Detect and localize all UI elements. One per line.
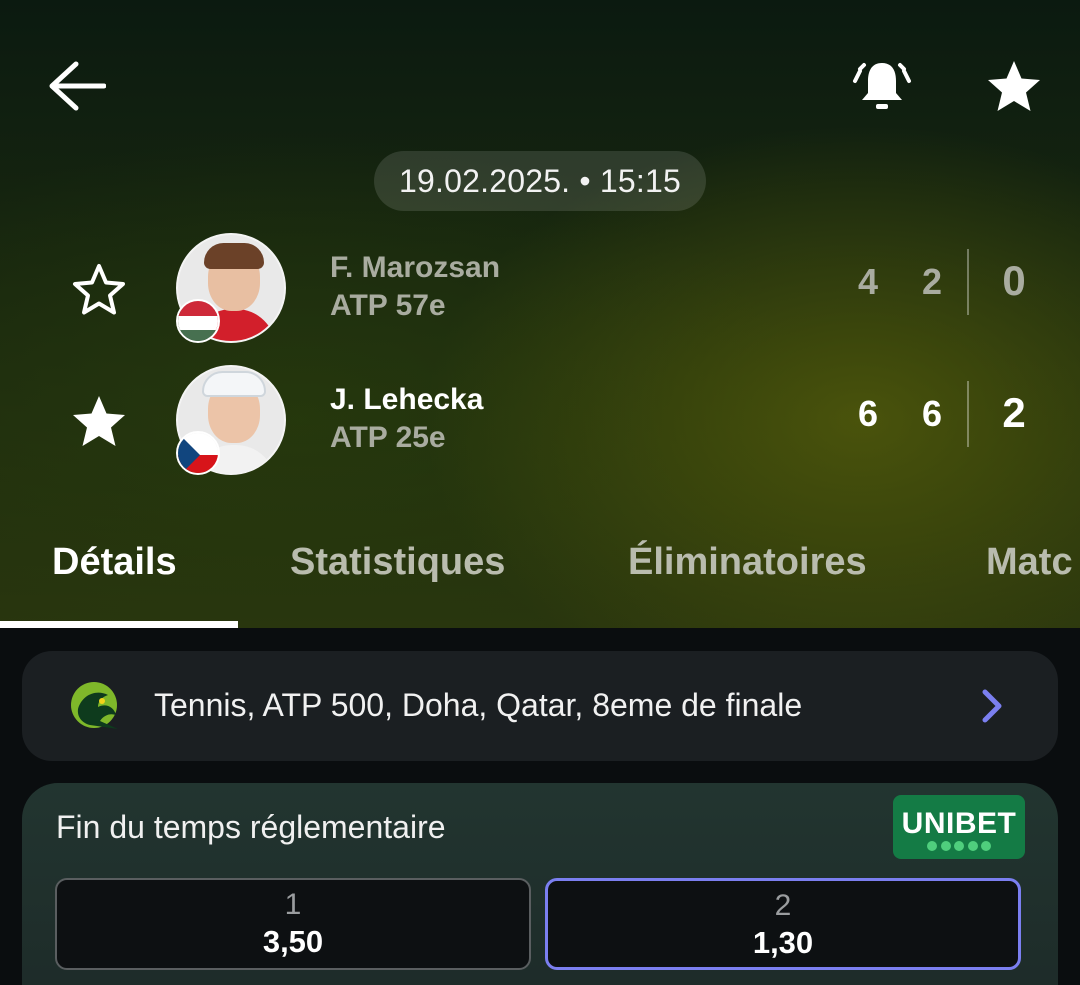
tab-bar: Détails Statistiques Éliminatoires Matc xyxy=(0,535,1080,628)
odds-option-2[interactable]: 2 1,30 xyxy=(545,878,1021,970)
hungary-flag-icon xyxy=(176,299,220,343)
chevron-right-icon xyxy=(974,687,1010,725)
player-name: J. Lehecka xyxy=(330,383,484,416)
odds-option-1[interactable]: 1 3,50 xyxy=(55,878,531,970)
competition-link[interactable]: Tennis, ATP 500, Doha, Qatar, 8eme de fi… xyxy=(22,651,1058,761)
star-filled-icon xyxy=(988,61,1040,111)
match-datetime: 19.02.2025. • 15:15 xyxy=(374,151,706,211)
back-button[interactable] xyxy=(40,50,112,122)
sets-won: 0 xyxy=(1002,257,1026,304)
player-favorite-toggle[interactable] xyxy=(70,393,128,449)
tab-statistics[interactable]: Statistiques xyxy=(290,541,505,584)
odds-value: 3,50 xyxy=(262,924,324,959)
arrow-left-icon xyxy=(49,61,106,111)
match-header: 19.02.2025. • 15:15 F. Marozsan ATP 57e … xyxy=(0,0,1080,628)
set-score: 6 xyxy=(858,393,879,434)
falcon-logo-icon xyxy=(68,679,126,733)
set-scores: 6 6 xyxy=(858,393,942,435)
notification-button[interactable] xyxy=(846,50,918,122)
set-score: 6 xyxy=(921,393,942,434)
player-row-marozsan: F. Marozsan ATP 57e 4 2 0 xyxy=(0,233,1080,343)
set-score: 4 xyxy=(858,261,879,302)
star-filled-icon xyxy=(73,396,125,446)
tab-details[interactable]: Détails xyxy=(52,541,177,584)
odds-value: 1,30 xyxy=(752,925,814,960)
tab-knockout[interactable]: Éliminatoires xyxy=(628,541,867,584)
bookmaker-dots-icon xyxy=(927,841,991,851)
sets-won: 2 xyxy=(1002,389,1026,436)
score-divider xyxy=(967,381,969,447)
player-row-lehecka: J. Lehecka ATP 25e 6 6 2 xyxy=(0,365,1080,475)
bookmaker-logo[interactable]: UNIBET xyxy=(893,795,1025,859)
score-divider xyxy=(967,249,969,315)
bookmaker-name: UNIBET xyxy=(901,807,1017,840)
bell-ringing-icon xyxy=(853,63,911,109)
czech-flag-icon xyxy=(176,431,220,475)
tab-matches[interactable]: Matc xyxy=(986,541,1073,584)
favorite-match-button[interactable] xyxy=(978,50,1050,122)
active-tab-indicator xyxy=(0,621,238,628)
odds-label: 2 xyxy=(774,889,792,922)
set-scores: 4 2 xyxy=(858,261,942,303)
star-outline-icon xyxy=(73,264,125,315)
odds-card: Fin du temps réglementaire UNIBET 1 3,50… xyxy=(22,783,1058,985)
competition-name: Tennis, ATP 500, Doha, Qatar, 8eme de fi… xyxy=(154,687,803,723)
player-name: F. Marozsan xyxy=(330,251,501,284)
set-score: 2 xyxy=(921,261,942,302)
player-rank: ATP 57e xyxy=(330,289,446,322)
odds-label: 1 xyxy=(284,888,302,921)
player-rank: ATP 25e xyxy=(330,421,446,454)
player-favorite-toggle[interactable] xyxy=(70,261,128,317)
odds-market-title: Fin du temps réglementaire xyxy=(56,809,446,845)
